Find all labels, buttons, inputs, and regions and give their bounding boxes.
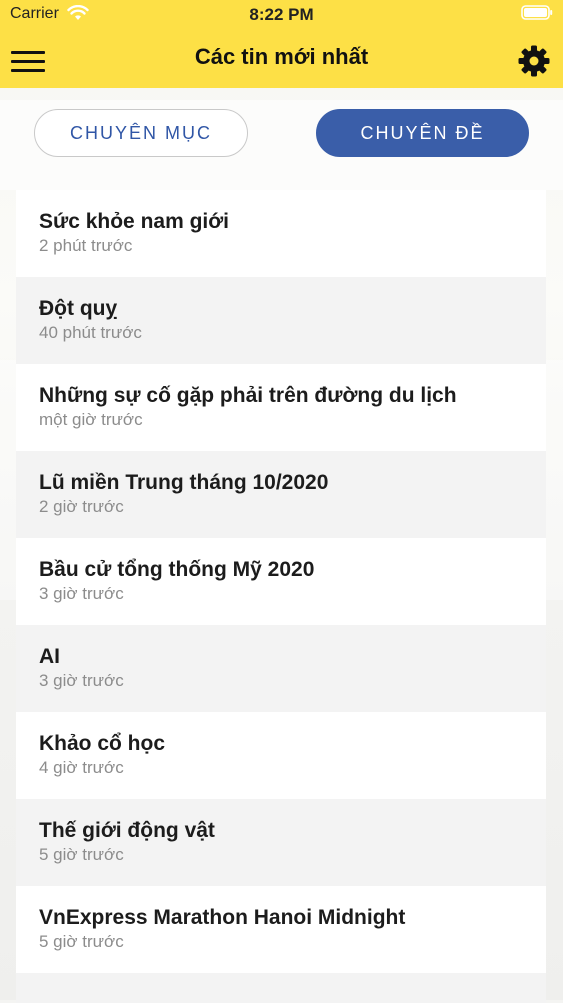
segment-chuyen-de-button[interactable]: CHUYÊN ĐỀ xyxy=(316,109,529,157)
topic-list: Sức khỏe nam giới 2 phút trước Đột quỵ 4… xyxy=(16,190,546,1003)
battery-icon xyxy=(521,5,553,20)
list-item[interactable]: Lũ miền Trung tháng 10/2020 2 giờ trước xyxy=(16,451,546,538)
list-item[interactable]: Khảo cổ học 4 giờ trước xyxy=(16,712,546,799)
item-title: VnExpress Marathon Hanoi Midnight xyxy=(39,906,406,929)
list-item-partial[interactable] xyxy=(16,973,546,1003)
item-title: AI xyxy=(39,645,60,668)
item-time: 5 giờ trước xyxy=(39,845,124,864)
list-item[interactable]: Đột quỵ 40 phút trước xyxy=(16,277,546,364)
item-time: 3 giờ trước xyxy=(39,584,124,603)
item-time: 3 giờ trước xyxy=(39,671,124,690)
gear-icon[interactable] xyxy=(517,44,551,78)
navigation-bar: Carrier 8:22 PM Các tin mới nhất xyxy=(0,0,563,88)
item-time: 5 giờ trước xyxy=(39,932,124,951)
list-item[interactable]: Sức khỏe nam giới 2 phút trước xyxy=(16,190,546,277)
item-time: 40 phút trước xyxy=(39,323,142,342)
list-item[interactable]: AI 3 giờ trước xyxy=(16,625,546,712)
item-time: 2 phút trước xyxy=(39,236,133,255)
list-item[interactable]: Bầu cử tổng thống Mỹ 2020 3 giờ trước xyxy=(16,538,546,625)
page-title: Các tin mới nhất xyxy=(194,44,369,69)
item-title: Những sự cố gặp phải trên đường du lịch xyxy=(39,384,457,407)
item-title: Đột quỵ xyxy=(39,297,118,320)
item-title: Thế giới động vật xyxy=(39,819,215,842)
item-time: 2 giờ trước xyxy=(39,497,124,516)
list-item[interactable]: Những sự cố gặp phải trên đường du lịch … xyxy=(16,364,546,451)
segment-chuyen-muc-button[interactable]: CHUYÊN MỤC xyxy=(34,109,248,157)
list-item[interactable]: Thế giới động vật 5 giờ trước xyxy=(16,799,546,886)
item-title: Lũ miền Trung tháng 10/2020 xyxy=(39,471,329,494)
item-time: 4 giờ trước xyxy=(39,758,124,777)
item-time: một giờ trước xyxy=(39,410,143,429)
status-time: 8:22 PM xyxy=(249,5,314,24)
list-item[interactable]: VnExpress Marathon Hanoi Midnight 5 giờ … xyxy=(16,886,546,973)
item-title: Bầu cử tổng thống Mỹ 2020 xyxy=(39,558,315,581)
item-title: Sức khỏe nam giới xyxy=(39,210,230,233)
item-title: Khảo cổ học xyxy=(39,732,166,755)
status-bar: Carrier 8:22 PM xyxy=(0,0,563,30)
